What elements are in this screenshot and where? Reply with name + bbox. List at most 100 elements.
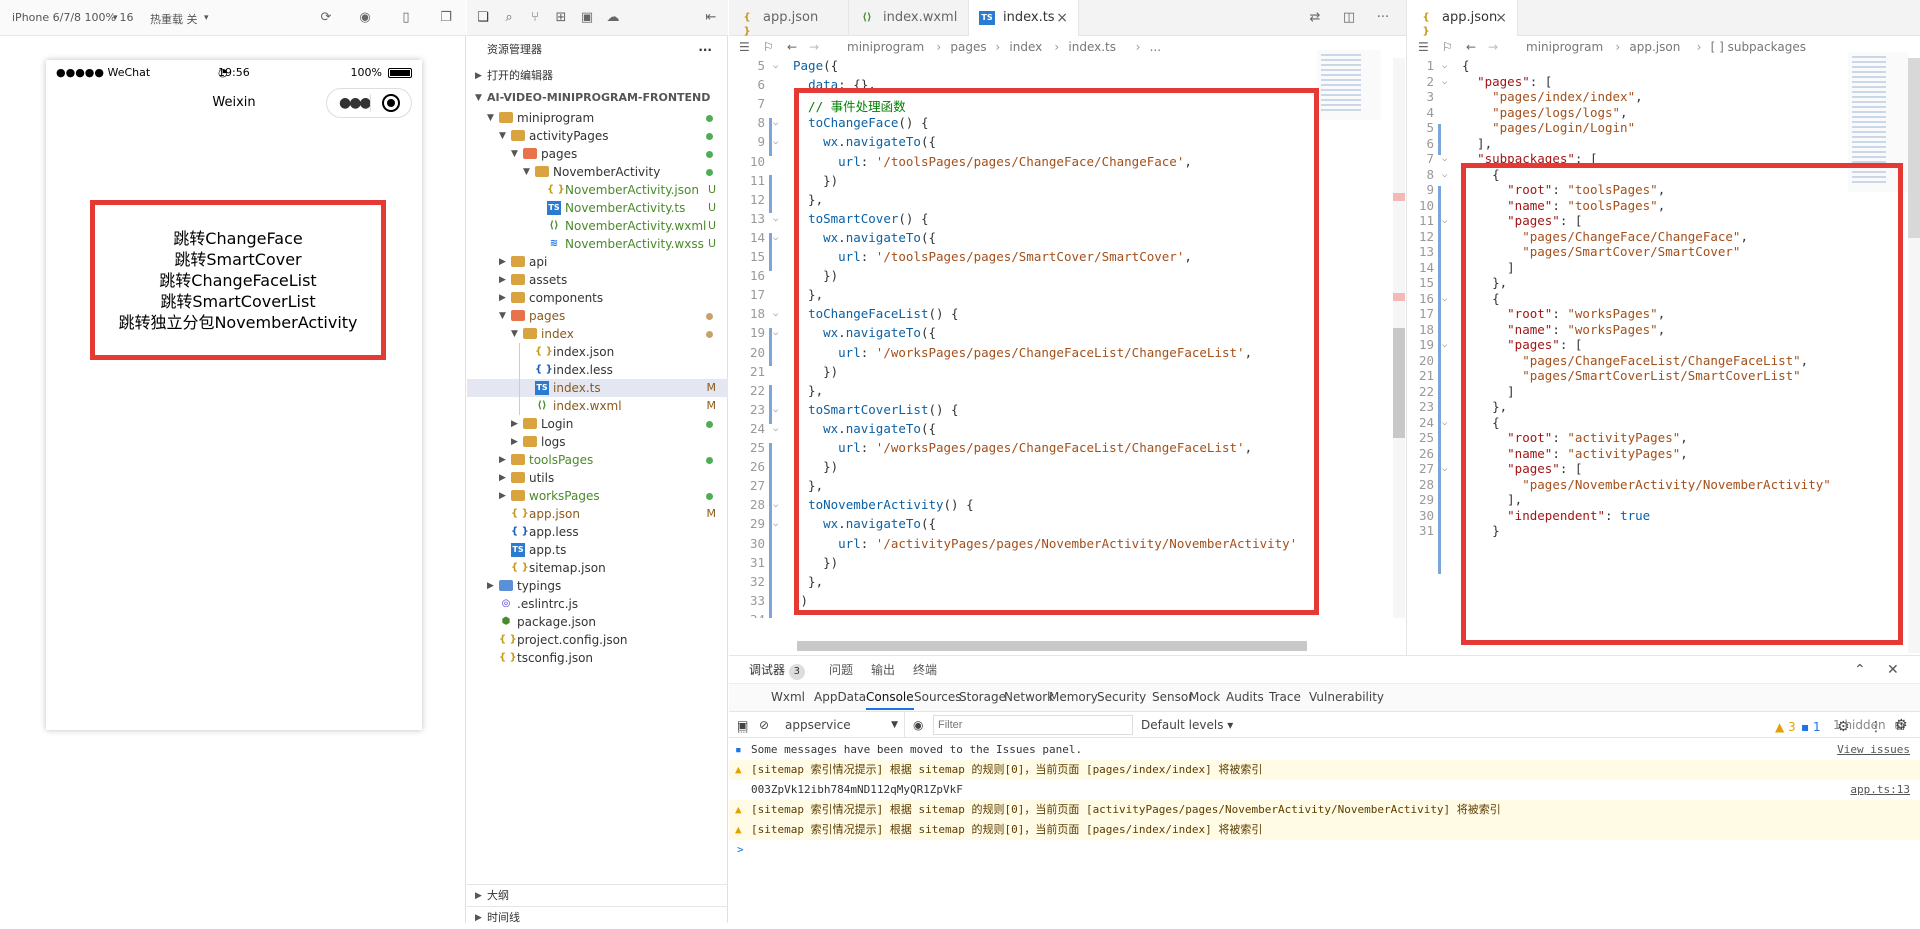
devtab-trace[interactable]: Trace	[1269, 684, 1301, 710]
file-index-json[interactable]: { } index.json	[467, 343, 728, 361]
bookmark-icon[interactable]: ⚐	[1442, 36, 1453, 58]
fold-chevron-icon[interactable]: ⌵	[773, 405, 778, 415]
minimap[interactable]	[1848, 52, 1908, 192]
window-icon[interactable]: ❐	[438, 10, 454, 26]
file-tsconfig-json[interactable]: { } tsconfig.json	[467, 649, 728, 667]
project-section[interactable]: ▼ AI-VIDEO-MINIPROGRAM-FRONTEND	[467, 87, 728, 109]
fold-chevron-icon[interactable]: ⌵	[1442, 294, 1447, 304]
devtab-wxml[interactable]: Wxml	[771, 684, 805, 710]
file-novemberactivity-json[interactable]: { } NovemberActivity.json U	[467, 181, 728, 199]
refresh-icon[interactable]: ⟳	[318, 10, 334, 26]
tab-app-json[interactable]: { } app.json ×	[1408, 0, 1518, 37]
compare-icon[interactable]: ⇄	[1307, 10, 1323, 26]
folder-activitypages[interactable]: ▼ activityPages	[467, 127, 728, 145]
file--eslintrc-js[interactable]: ◎ .eslintrc.js	[467, 595, 728, 613]
debug-icon[interactable]: ▣	[579, 10, 595, 26]
eye-icon[interactable]: ◉	[913, 712, 923, 738]
devtab-appdata[interactable]: AppData	[814, 684, 866, 710]
files-icon[interactable]: ❏	[475, 10, 491, 26]
file-package-json[interactable]: ⬢ package.json	[467, 613, 728, 631]
fold-chevron-icon[interactable]: ⌵	[1442, 340, 1447, 350]
goto-novemberactivity-button[interactable]: 跳转独立分包NovemberActivity	[118, 312, 357, 333]
devtab-network[interactable]: Network	[1004, 684, 1054, 710]
file-novemberactivity-wxss[interactable]: ≋ NovemberActivity.wxss U	[467, 235, 728, 253]
forward-arrow-icon[interactable]: →	[1488, 36, 1498, 58]
folder-miniprogram[interactable]: ▼ miniprogram	[467, 109, 728, 127]
folder-pages[interactable]: ▼ pages	[467, 145, 728, 163]
search-icon[interactable]: ⌕	[501, 10, 517, 26]
fold-chevron-icon[interactable]: ⌵	[1442, 170, 1447, 180]
file-project-config-json[interactable]: { } project.config.json	[467, 631, 728, 649]
close-icon[interactable]: ×	[1495, 0, 1507, 36]
folder-workspages[interactable]: ▶ worksPages	[467, 487, 728, 505]
maximize-panel-icon[interactable]: ⌃	[1854, 656, 1866, 684]
console-settings-icon[interactable]: ⚙	[1895, 712, 1908, 738]
file-sitemap-json[interactable]: { } sitemap.json	[467, 559, 728, 577]
goto-changeface-button[interactable]: 跳转ChangeFace	[173, 228, 302, 249]
fold-chevron-icon[interactable]: ⌵	[773, 519, 778, 529]
stop-icon[interactable]: ◉	[357, 10, 373, 26]
file-app-json[interactable]: { } app.json M	[467, 505, 728, 523]
folder-utils[interactable]: ▶ utils	[467, 469, 728, 487]
fold-chevron-icon[interactable]: ⌵	[1442, 216, 1447, 226]
chevron-down-icon[interactable]: ▾	[204, 13, 209, 23]
fold-chevron-icon[interactable]: ⌵	[1442, 418, 1447, 428]
tab-terminal[interactable]: 终端	[913, 656, 937, 684]
folder-novemberactivity[interactable]: ▼ NovemberActivity	[467, 163, 728, 181]
fold-chevron-icon[interactable]: ⌵	[773, 233, 778, 243]
folder-components[interactable]: ▶ components	[467, 289, 728, 307]
cloud-icon[interactable]: ☁	[605, 10, 621, 26]
vertical-scrollbar[interactable]	[1908, 58, 1920, 653]
phone-icon[interactable]: ▯	[398, 10, 414, 26]
more-icon[interactable]: ···	[1375, 10, 1391, 26]
tab-problems[interactable]: 问题	[829, 656, 853, 684]
breadcrumb-item[interactable]: app.json	[1629, 36, 1680, 58]
close-capsule-icon[interactable]	[382, 94, 400, 112]
hot-reload-select[interactable]: 热重载 关	[150, 11, 198, 27]
tab-app-json[interactable]: { } app.json	[729, 0, 849, 37]
fold-chevron-icon[interactable]: ⌵	[773, 500, 778, 510]
breadcrumb-item[interactable]: index.ts	[1068, 36, 1116, 58]
file-app-less[interactable]: { } app.less	[467, 523, 728, 541]
filter-input[interactable]	[933, 715, 1133, 735]
goto-smartcoverlist-button[interactable]: 跳转SmartCoverList	[160, 291, 315, 312]
list-icon[interactable]: ☰	[1418, 36, 1429, 58]
fold-chevron-icon[interactable]: ⌵	[1442, 154, 1447, 164]
file-index-ts[interactable]: TS index.ts M	[467, 379, 728, 397]
fold-chevron-icon[interactable]: ⌵	[773, 309, 778, 319]
folder-logs[interactable]: ▶ logs	[467, 433, 728, 451]
list-icon[interactable]: ☰	[739, 36, 750, 58]
log-source-link[interactable]: View issues	[1837, 740, 1910, 760]
timeline-section[interactable]: ▶ 时间线	[467, 906, 728, 928]
fold-chevron-icon[interactable]: ⌵	[773, 424, 778, 434]
fold-chevron-icon[interactable]: ⌵	[773, 118, 778, 128]
folder-assets[interactable]: ▶ assets	[467, 271, 728, 289]
file-index-wxml[interactable]: ⟨⟩ index.wxml M	[467, 397, 728, 415]
devtab-security[interactable]: Security	[1097, 684, 1146, 710]
devtab-memory[interactable]: Memory	[1049, 684, 1098, 710]
source-control-icon[interactable]: ⑂	[527, 10, 543, 26]
forward-arrow-icon[interactable]: →	[809, 36, 819, 58]
chevron-down-icon[interactable]: ▾	[113, 13, 118, 23]
devtab-sources[interactable]: Sources	[914, 684, 961, 710]
more-dots-icon[interactable]: ●●●	[339, 95, 372, 111]
folder-index[interactable]: ▼ index	[467, 325, 728, 343]
open-editors-section[interactable]: ▶ 打开的编辑器	[467, 65, 728, 87]
breadcrumb-item[interactable]: [ ] subpackages	[1711, 36, 1806, 58]
goto-changefacelist-button[interactable]: 跳转ChangeFaceList	[159, 270, 316, 291]
outline-section[interactable]: ▶ 大纲	[467, 884, 728, 906]
devtab-vulnerability[interactable]: Vulnerability	[1309, 684, 1384, 710]
fold-chevron-icon[interactable]: ⌵	[1442, 61, 1447, 71]
devtab-mock[interactable]: Mock	[1189, 684, 1220, 710]
tab-debugger[interactable]: 调试器 3	[749, 656, 805, 684]
fold-chevron-icon[interactable]: ⌵	[773, 328, 778, 338]
context-select[interactable]: appservice ▼	[785, 712, 905, 738]
extensions-icon[interactable]: ⊞	[553, 10, 569, 26]
folder-toolspages[interactable]: ▶ toolsPages	[467, 451, 728, 469]
tab-index-ts[interactable]: TS index.ts ×	[969, 0, 1079, 36]
fold-chevron-icon[interactable]: ⌵	[773, 214, 778, 224]
file-novemberactivity-ts[interactable]: TS NovemberActivity.ts U	[467, 199, 728, 217]
code-area[interactable]: 1{⌵ 2 "pages": [⌵ 3 "pages/index/index", 4 …	[1408, 58, 1848, 653]
console-prompt[interactable]: >	[729, 840, 1920, 860]
close-panel-icon[interactable]: ✕	[1887, 656, 1899, 684]
